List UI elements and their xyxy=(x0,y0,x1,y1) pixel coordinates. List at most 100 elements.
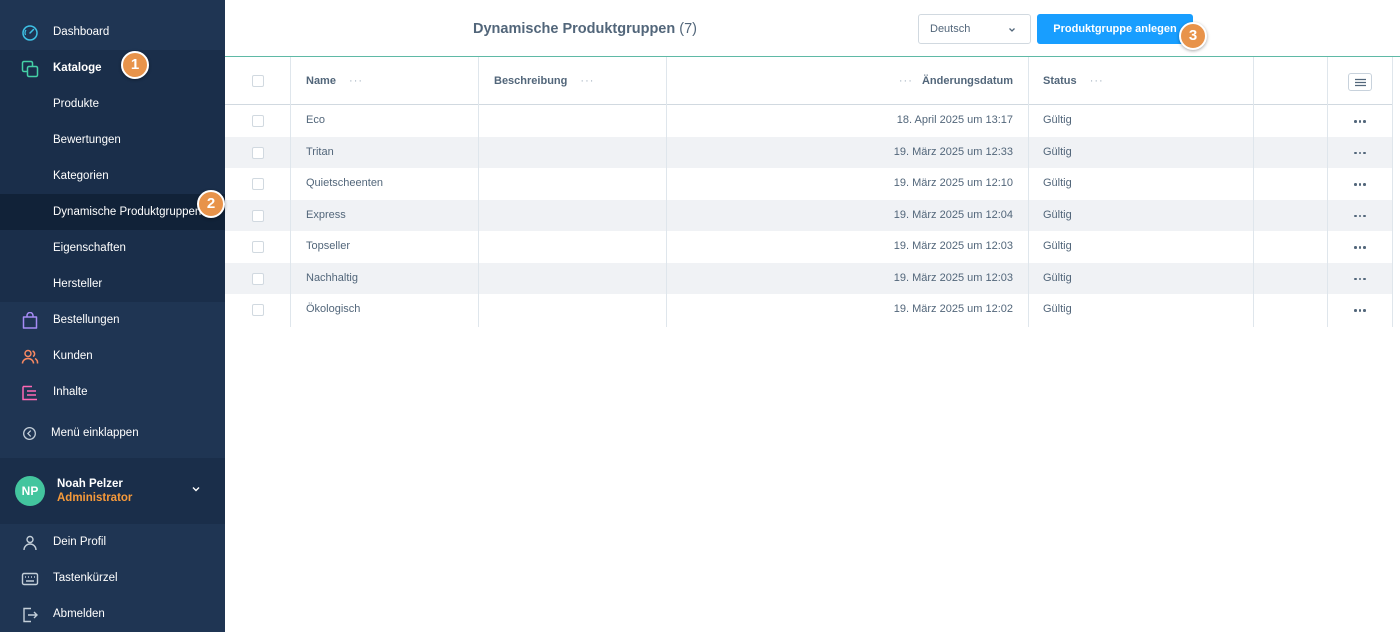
sidebar-item-dashboard[interactable]: Dashboard xyxy=(0,14,225,50)
user-icon xyxy=(23,535,37,551)
row-menu-button[interactable] xyxy=(1353,294,1367,326)
catalog-icon xyxy=(21,60,39,78)
sidebar-item-label: Bewertungen xyxy=(53,134,121,146)
user-profile[interactable]: NP Noah Pelzer Administrator xyxy=(0,458,225,524)
sidebar-item-label: Eigenschaften xyxy=(53,242,126,254)
column-menu-icon[interactable]: ··· xyxy=(580,75,594,87)
cell-status: Gültig xyxy=(1043,145,1072,158)
column-header-description[interactable]: Beschreibung ··· xyxy=(494,57,594,105)
dashboard-icon xyxy=(22,25,38,41)
sidebar-item-customers[interactable]: Kunden xyxy=(0,338,225,374)
row-checkbox[interactable] xyxy=(252,209,264,222)
sidebar-item-label: Dein Profil xyxy=(53,536,107,548)
sidebar-item-logout[interactable]: Abmelden xyxy=(0,596,225,632)
sidebar-item-label: Produkte xyxy=(53,98,100,110)
collapse-menu-button[interactable]: Menü einklappen xyxy=(0,415,225,451)
row-menu-button[interactable] xyxy=(1353,200,1367,232)
table-row[interactable]: Express 19. März 2025 um 12:04 Gültig xyxy=(225,199,1393,232)
column-divider xyxy=(1253,57,1254,327)
collapse-icon xyxy=(23,427,36,440)
table-row[interactable]: Ökologisch 19. März 2025 um 12:02 Gültig xyxy=(225,294,1393,326)
step-badge-3: 3 xyxy=(1179,22,1207,50)
column-header-date[interactable]: ··· Änderungsdatum xyxy=(667,57,1013,105)
language-select[interactable]: Deutsch xyxy=(918,14,1031,44)
table-row[interactable]: Eco 18. April 2025 um 13:17 Gültig xyxy=(225,105,1393,137)
row-checkbox[interactable] xyxy=(252,178,264,190)
content-icon xyxy=(22,385,37,401)
row-checkbox[interactable] xyxy=(252,115,264,127)
cell-name[interactable]: Express xyxy=(306,200,346,232)
sidebar-item-catalogs[interactable]: Kataloge xyxy=(0,50,225,86)
column-header-name[interactable]: Name ··· xyxy=(306,57,363,105)
sidebar-item-orders[interactable]: Bestellungen xyxy=(0,302,225,338)
table-row[interactable]: Nachhaltig 19. März 2025 um 12:03 Gültig xyxy=(225,262,1393,295)
column-divider xyxy=(290,57,291,327)
sidebar-item-label: Abmelden xyxy=(53,608,105,620)
table-row[interactable]: Quietscheenten 19. März 2025 um 12:10 Gü… xyxy=(225,168,1393,200)
row-menu-button[interactable] xyxy=(1353,137,1367,169)
chevron-down-icon[interactable] xyxy=(190,483,202,495)
cell-status: Gültig xyxy=(1043,114,1072,126)
sidebar-item-label: Kataloge xyxy=(53,62,102,74)
sidebar-item-reviews[interactable]: Bewertungen xyxy=(0,122,225,158)
sidebar-item-label: Kunden xyxy=(53,350,93,362)
sidebar-item-manufacturers[interactable]: Hersteller xyxy=(0,266,225,302)
column-divider xyxy=(1392,57,1393,327)
row-menu-button[interactable] xyxy=(1353,231,1367,263)
sidebar-item-label: Kategorien xyxy=(53,170,109,182)
table-row[interactable]: Topseller 19. März 2025 um 12:03 Gültig xyxy=(225,231,1393,263)
language-value: Deutsch xyxy=(930,23,971,35)
page-title-text: Dynamische Produktgruppen xyxy=(473,21,676,37)
column-header-label: Beschreibung xyxy=(494,75,568,87)
step-badge-1: 1 xyxy=(121,51,149,79)
cell-name[interactable]: Quietscheenten xyxy=(306,168,383,200)
table-header: Name ··· Beschreibung ··· ··· Änderungsd… xyxy=(225,57,1393,105)
column-menu-icon[interactable]: ··· xyxy=(349,75,363,87)
column-menu-icon[interactable]: ··· xyxy=(1090,75,1104,87)
column-header-status[interactable]: Status ··· xyxy=(1043,57,1104,105)
row-checkbox[interactable] xyxy=(252,304,264,316)
cell-name[interactable]: Nachhaltig xyxy=(306,263,358,295)
column-header-label: Änderungsdatum xyxy=(921,75,1013,87)
sidebar-item-products[interactable]: Produkte xyxy=(0,86,225,122)
sidebar-item-properties[interactable]: Eigenschaften xyxy=(0,230,225,266)
select-all-checkbox[interactable] xyxy=(252,75,264,87)
row-checkbox[interactable] xyxy=(252,272,264,285)
menu-lines-icon xyxy=(1355,78,1366,87)
row-menu-button[interactable] xyxy=(1353,105,1367,137)
sidebar-item-content[interactable]: Inhalte xyxy=(0,374,225,410)
column-divider xyxy=(1327,57,1328,327)
cell-date: 19. März 2025 um 12:10 xyxy=(893,177,1013,189)
sidebar-item-label: Tastenkürzel xyxy=(53,572,118,584)
chevron-down-icon xyxy=(1009,28,1015,32)
row-checkbox[interactable] xyxy=(252,146,264,159)
sidebar-item-dynamic-product-groups[interactable]: Dynamische Produktgruppen xyxy=(0,194,225,230)
avatar: NP xyxy=(15,476,45,506)
cell-name[interactable]: Topseller xyxy=(306,231,350,263)
cell-name[interactable]: Tritan xyxy=(306,137,334,169)
sidebar-item-shortcuts[interactable]: Tastenkürzel xyxy=(0,560,225,596)
collapse-label: Menü einklappen xyxy=(51,427,139,439)
step-badge-2: 2 xyxy=(197,190,225,218)
cell-status: Gültig xyxy=(1043,271,1072,284)
cell-name[interactable]: Eco xyxy=(306,105,325,137)
orders-icon xyxy=(22,312,38,329)
cell-status: Gültig xyxy=(1043,240,1072,252)
table-settings-button[interactable] xyxy=(1348,73,1372,91)
table-row[interactable]: Tritan 19. März 2025 um 12:33 Gültig xyxy=(225,136,1393,169)
sidebar-item-label: Inhalte xyxy=(53,386,88,398)
row-menu-button[interactable] xyxy=(1353,263,1367,295)
cell-status: Gültig xyxy=(1043,177,1072,189)
create-product-group-button[interactable]: Produktgruppe anlegen xyxy=(1037,14,1193,44)
sidebar-item-label: Dashboard xyxy=(53,26,110,38)
cell-name[interactable]: Ökologisch xyxy=(306,294,360,326)
row-checkbox[interactable] xyxy=(252,241,264,253)
sidebar-item-label: Bestellungen xyxy=(53,314,120,326)
row-menu-button[interactable] xyxy=(1353,168,1367,200)
sidebar-item-profile[interactable]: Dein Profil xyxy=(0,524,225,560)
cell-date: 19. März 2025 um 12:02 xyxy=(893,303,1013,315)
column-divider xyxy=(666,57,667,327)
sidebar-item-categories[interactable]: Kategorien xyxy=(0,158,225,194)
column-menu-icon[interactable]: ··· xyxy=(899,75,913,87)
logout-icon xyxy=(23,607,38,623)
